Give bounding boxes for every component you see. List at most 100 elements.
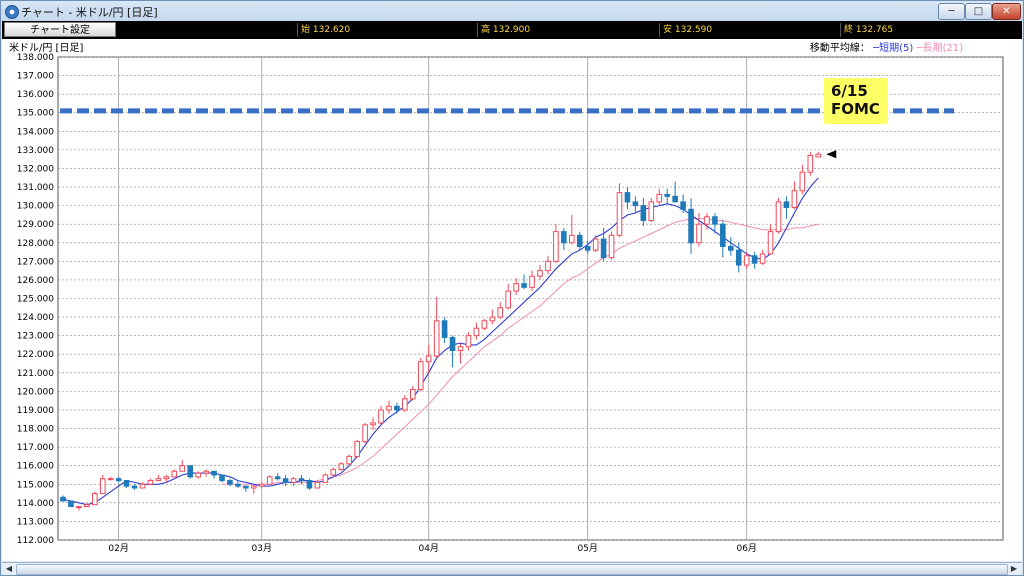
y-tick-label: 115.000: [17, 480, 54, 490]
candle-body: [235, 483, 241, 487]
candle-body: [155, 478, 162, 482]
candle-body: [107, 478, 114, 481]
candle-body: [735, 249, 742, 266]
candle-body: [394, 405, 400, 411]
candle-body: [147, 480, 154, 485]
candle-body: [704, 216, 710, 225]
candle-body: [457, 346, 464, 352]
candle-body: [219, 474, 225, 482]
y-tick-label: 138.000: [17, 53, 54, 63]
candle-body: [123, 480, 130, 487]
candle-body: [584, 245, 591, 251]
candle-body: [783, 201, 790, 208]
candle-body: [775, 201, 782, 233]
candle-body: [362, 424, 368, 443]
y-tick-label: 124.000: [17, 313, 54, 323]
ma-short-line: [62, 177, 819, 506]
candle-body: [592, 238, 599, 251]
candle-body: [425, 355, 432, 363]
y-tick-label: 137.000: [17, 72, 54, 82]
candle-body: [529, 275, 535, 288]
y-tick-label: 129.000: [17, 220, 54, 230]
y-tick-label: 112.000: [17, 536, 54, 546]
candle-body: [211, 470, 217, 476]
candle-body: [346, 455, 352, 465]
y-tick-label: 134.000: [17, 127, 54, 137]
candle-body: [751, 255, 758, 264]
y-tick-label: 114.000: [17, 499, 54, 509]
candle-body: [243, 485, 249, 489]
candle-body: [537, 270, 543, 277]
candle-body: [473, 327, 480, 337]
y-tick-label: 126.000: [17, 276, 54, 286]
candle-body: [314, 481, 321, 489]
candle-body: [720, 223, 726, 247]
candle-body: [60, 496, 66, 502]
last-price-marker: [826, 150, 837, 159]
candle-body: [131, 485, 138, 489]
y-tick-label: 119.000: [17, 406, 54, 416]
y-tick-label: 117.000: [17, 443, 54, 453]
candle-body: [76, 506, 82, 509]
candle-body: [600, 238, 607, 259]
candle-body: [672, 195, 678, 203]
scroll-left-icon[interactable]: ◀: [3, 564, 15, 574]
candle-body: [203, 470, 209, 474]
y-tick-label: 116.000: [17, 462, 54, 472]
candle-body: [712, 216, 718, 225]
candle-body: [195, 472, 201, 478]
y-tick-label: 125.000: [17, 295, 54, 305]
candle-body: [553, 231, 559, 262]
candle-body: [608, 234, 615, 259]
candle-body: [266, 476, 273, 485]
candle-body: [688, 208, 694, 244]
candle-body: [441, 320, 448, 339]
y-tick-label: 122.000: [17, 350, 54, 360]
x-tick-label: 06月: [736, 543, 756, 554]
candle-body: [227, 480, 233, 485]
y-tick-label: 136.000: [17, 90, 54, 100]
candle-body: [370, 422, 376, 426]
annotation-date: 6/15: [831, 82, 868, 100]
candle-body: [298, 478, 305, 482]
candle-body: [521, 283, 527, 288]
y-tick-label: 113.000: [17, 517, 54, 527]
candle-body: [402, 398, 408, 411]
candle-body: [99, 478, 106, 495]
candle-body: [759, 253, 766, 264]
candle-body: [386, 405, 392, 411]
candle-body: [338, 463, 345, 470]
candle-body: [481, 320, 488, 329]
scroll-right-icon[interactable]: ▶: [1008, 564, 1020, 574]
candle-body: [791, 190, 798, 208]
candle-body: [179, 465, 186, 472]
x-tick-label: 05月: [577, 543, 597, 554]
candle-body: [807, 154, 814, 173]
candle-body: [624, 192, 631, 203]
candle-body: [251, 485, 257, 489]
ma-long-line: [222, 218, 819, 485]
candle-body: [163, 476, 170, 480]
scroll-thumb[interactable]: [16, 564, 1008, 575]
y-tick-label: 127.000: [17, 257, 54, 267]
candle-body: [664, 193, 671, 197]
candle-body: [282, 478, 289, 483]
candle-body: [290, 478, 297, 483]
candle-body: [815, 153, 822, 158]
candle-body: [115, 478, 122, 482]
chart-window: チャート - 米ドル/円 [日足] ─ □ ✕ チャート設定 始 132.620…: [0, 0, 1024, 576]
candle-body: [68, 500, 74, 508]
candle-body: [696, 223, 702, 244]
y-tick-label: 120.000: [17, 387, 54, 397]
candle-body: [799, 171, 806, 192]
candle-body: [465, 335, 472, 348]
candle-body: [306, 480, 313, 489]
y-tick-label: 130.000: [17, 202, 54, 212]
annotation-event: FOMC: [831, 100, 880, 118]
candle-body: [545, 260, 551, 272]
candle-body: [648, 201, 655, 221]
candle-body: [728, 245, 734, 251]
horizontal-scrollbar[interactable]: ◀ ▶: [2, 562, 1022, 575]
candle-body: [378, 409, 384, 424]
candle-body: [322, 474, 329, 483]
